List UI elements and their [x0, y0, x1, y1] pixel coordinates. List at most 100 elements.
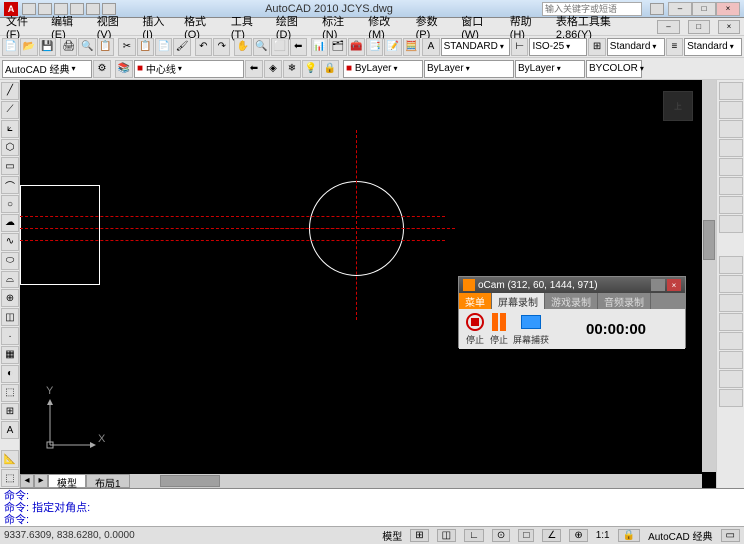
- status-osnap-icon[interactable]: □: [518, 529, 534, 542]
- rectangle-icon[interactable]: ▭: [1, 157, 19, 175]
- menu-tools[interactable]: 工具(T): [229, 13, 266, 41]
- polygon-icon[interactable]: ⬡: [1, 139, 19, 157]
- status-workspace[interactable]: AutoCAD 经典: [648, 528, 712, 543]
- ocam-close-button[interactable]: ×: [667, 279, 681, 291]
- copy-icon[interactable]: 📋: [137, 38, 154, 56]
- linetype-dropdown[interactable]: ByLayer: [424, 60, 514, 78]
- minimize-button[interactable]: –: [668, 2, 692, 16]
- drawing-canvas[interactable]: 上 Y X ◂ ▸: [20, 80, 716, 488]
- command-window[interactable]: 命令: 命令: 指定对角点: 命令:: [0, 488, 744, 526]
- menu-file[interactable]: 文件(F): [4, 13, 41, 41]
- circle-icon[interactable]: ○: [1, 195, 19, 213]
- move-icon[interactable]: [719, 177, 743, 195]
- redo-icon[interactable]: ↷: [213, 38, 230, 56]
- fillet-icon[interactable]: [719, 370, 743, 388]
- scrollbar-horizontal[interactable]: ◂ ▸ 模型 布局1: [20, 474, 702, 488]
- ocam-tab-menu[interactable]: 菜单: [459, 293, 492, 309]
- status-polar-icon[interactable]: ⊙: [492, 529, 510, 542]
- menu-view[interactable]: 视图(V): [95, 13, 133, 41]
- match-icon[interactable]: 🖌: [173, 38, 190, 56]
- insert-icon[interactable]: ⊕: [1, 289, 19, 307]
- workspace-dropdown[interactable]: AutoCAD 经典: [2, 60, 92, 78]
- close-button[interactable]: ×: [716, 2, 740, 16]
- status-model-label[interactable]: 模型: [382, 528, 402, 543]
- tab-model[interactable]: 模型: [48, 474, 86, 488]
- menu-window[interactable]: 窗口(W): [459, 13, 499, 41]
- ocam-tab-screen[interactable]: 屏幕录制: [492, 293, 545, 309]
- menu-modify[interactable]: 修改(M): [366, 13, 405, 41]
- zoom-prev-icon[interactable]: ⬅: [290, 38, 307, 56]
- scale-icon[interactable]: [719, 215, 743, 233]
- ellipse-icon[interactable]: ⬭: [1, 252, 19, 270]
- cut-icon[interactable]: ✂: [118, 38, 135, 56]
- ocam-stop-button[interactable]: 停止: [465, 312, 485, 346]
- line-icon[interactable]: ╱: [1, 82, 19, 100]
- print-icon[interactable]: 🖨: [60, 38, 77, 56]
- text-style-dropdown[interactable]: STANDARD: [441, 38, 510, 56]
- status-dyn-icon[interactable]: ⊕: [569, 529, 587, 542]
- ml-style-dropdown[interactable]: Standard: [684, 38, 742, 56]
- region-icon[interactable]: ⬚: [1, 384, 19, 402]
- maximize-button[interactable]: □: [692, 2, 716, 16]
- ocam-tab-game[interactable]: 游戏录制: [545, 293, 598, 309]
- cmd-prompt[interactable]: 命令:: [4, 514, 740, 526]
- ocam-titlebar[interactable]: oCam (312, 60, 1444, 971) ×: [459, 277, 685, 293]
- ocam-minimize-button[interactable]: [651, 279, 665, 291]
- tab-prev-icon[interactable]: ◂: [20, 474, 34, 488]
- explode-icon[interactable]: [719, 389, 743, 407]
- arc-icon[interactable]: ⌒: [1, 176, 19, 194]
- copy-obj-icon[interactable]: [719, 101, 743, 119]
- plotstyle-dropdown[interactable]: BYCOLOR: [586, 60, 642, 78]
- polyline-icon[interactable]: ⟀: [1, 120, 19, 138]
- trim-icon[interactable]: [719, 275, 743, 293]
- zoom-icon[interactable]: 🔍: [253, 38, 270, 56]
- status-snap-icon[interactable]: ◫: [437, 529, 456, 542]
- status-lock-icon[interactable]: 🔒: [618, 529, 640, 542]
- pan-icon[interactable]: ✋: [234, 38, 251, 56]
- menu-format[interactable]: 格式(O): [182, 13, 221, 41]
- status-otrack-icon[interactable]: ∠: [542, 529, 561, 542]
- hatch-icon[interactable]: ▦: [1, 346, 19, 364]
- menu-help[interactable]: 帮助(H): [508, 13, 546, 41]
- scrollbar-vertical[interactable]: [702, 80, 716, 472]
- preview-icon[interactable]: 🔍: [78, 38, 95, 56]
- textstyle-icon[interactable]: A: [422, 38, 439, 56]
- stretch-icon[interactable]: [719, 256, 743, 274]
- layer-freeze-icon[interactable]: ❄: [283, 60, 301, 78]
- ocam-capture-button[interactable]: 屏幕捕获: [513, 312, 549, 346]
- status-ortho-icon[interactable]: ∟: [464, 529, 484, 542]
- ellipse-arc-icon[interactable]: ⌓: [1, 271, 19, 289]
- annotation-scale[interactable]: 1:1: [596, 530, 610, 541]
- menu-draw[interactable]: 绘图(D): [274, 13, 312, 41]
- ocam-tab-audio[interactable]: 音频录制: [598, 293, 651, 309]
- menu-dimension[interactable]: 标注(N): [320, 13, 358, 41]
- markup-icon[interactable]: 📝: [384, 38, 401, 56]
- properties-icon[interactable]: 📊: [311, 38, 328, 56]
- help-icon[interactable]: [650, 3, 664, 15]
- new-icon[interactable]: 📄: [2, 38, 19, 56]
- spline-icon[interactable]: ∿: [1, 233, 19, 251]
- open-icon[interactable]: 📂: [20, 38, 37, 56]
- sheet-icon[interactable]: 📑: [366, 38, 383, 56]
- lineweight-dropdown[interactable]: ByLayer: [515, 60, 585, 78]
- break-icon[interactable]: [719, 313, 743, 331]
- text-icon[interactable]: A: [1, 421, 19, 439]
- menu-param[interactable]: 参数(P): [414, 13, 452, 41]
- tab-layout1[interactable]: 布局1: [86, 474, 130, 488]
- layer-prev-icon[interactable]: ⬅: [245, 60, 263, 78]
- dim-style-dropdown[interactable]: ISO-25: [529, 38, 587, 56]
- dimstyle-icon[interactable]: ⊢: [511, 38, 528, 56]
- layer-dropdown[interactable]: ■ 中心线: [134, 60, 244, 78]
- offset-icon[interactable]: [719, 139, 743, 157]
- ocam-pause-button[interactable]: 停止: [489, 312, 509, 346]
- doc-maximize-button[interactable]: □: [688, 20, 710, 34]
- workspace-settings-icon[interactable]: ⚙: [93, 60, 111, 78]
- point-icon[interactable]: ·: [1, 327, 19, 345]
- color-dropdown[interactable]: ■ ByLayer: [343, 60, 423, 78]
- array-icon[interactable]: [719, 158, 743, 176]
- xline-icon[interactable]: ⟋: [1, 101, 19, 119]
- ocam-window[interactable]: oCam (312, 60, 1444, 971) × 菜单 屏幕录制 游戏录制…: [458, 276, 686, 348]
- gradient-icon[interactable]: ◐: [1, 365, 19, 383]
- paste-icon[interactable]: 📄: [155, 38, 172, 56]
- mirror-icon[interactable]: [719, 120, 743, 138]
